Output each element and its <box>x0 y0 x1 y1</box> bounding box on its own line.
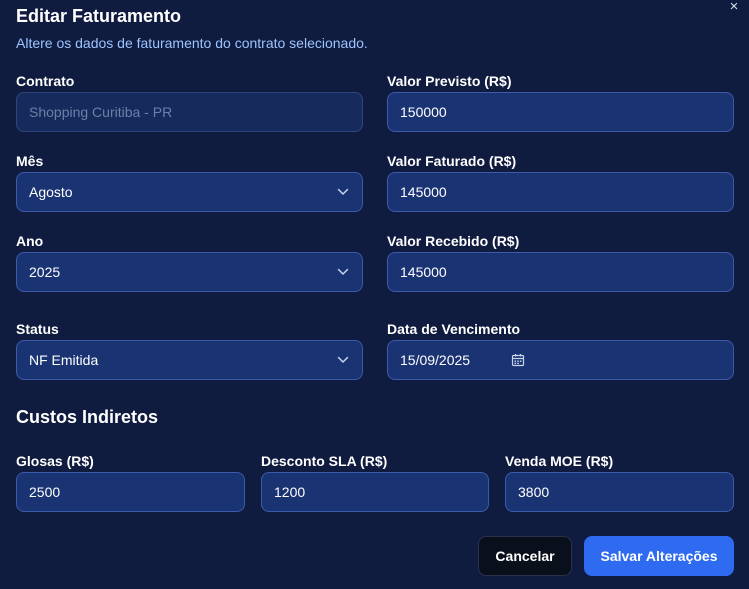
ano-value: 2025 <box>29 264 61 280</box>
dialog-subtitle: Altere os dados de faturamento do contra… <box>16 35 368 51</box>
data-vencimento-input[interactable]: 15/09/2025 <box>387 340 734 380</box>
valor-previsto-value: 150000 <box>400 104 447 120</box>
dialog-title: Editar Faturamento <box>16 6 182 26</box>
venda-moe-value: 3800 <box>518 484 550 500</box>
valor-recebido-value: 145000 <box>400 264 447 280</box>
glosas-input[interactable]: 2500 <box>16 472 245 512</box>
contrato-label: Contrato <box>16 73 75 89</box>
contrato-value: Shopping Curitiba - PR <box>29 104 173 120</box>
desconto-sla-value: 1200 <box>274 484 306 500</box>
venda-moe-label: Venda MOE (R$) <box>505 453 614 469</box>
cancel-button[interactable]: Cancelar <box>478 536 572 576</box>
ano-select[interactable]: 2025 <box>16 252 363 292</box>
valor-faturado-label: Valor Faturado (R$) <box>387 153 517 169</box>
valor-previsto-input[interactable]: 150000 <box>387 92 734 132</box>
glosas-value: 2500 <box>29 484 61 500</box>
save-button[interactable]: Salvar Alterações <box>584 536 734 576</box>
desconto-sla-input[interactable]: 1200 <box>261 472 489 512</box>
valor-previsto-label: Valor Previsto (R$) <box>387 73 512 89</box>
valor-faturado-input[interactable]: 145000 <box>387 172 734 212</box>
glosas-label: Glosas (R$) <box>16 453 94 469</box>
close-icon[interactable]: × <box>726 0 742 15</box>
desconto-sla-label: Desconto SLA (R$) <box>261 453 388 469</box>
custos-indiretos-title: Custos Indiretos <box>16 407 159 427</box>
ano-label: Ano <box>16 233 44 249</box>
calendar-icon[interactable] <box>511 353 525 367</box>
data-vencimento-label: Data de Vencimento <box>387 321 521 337</box>
mes-select[interactable]: Agosto <box>16 172 363 212</box>
data-vencimento-value: 15/09/2025 <box>400 352 471 368</box>
chevron-down-icon <box>336 353 350 367</box>
chevron-down-icon <box>336 265 350 279</box>
valor-faturado-value: 145000 <box>400 184 447 200</box>
status-value: NF Emitida <box>29 352 99 368</box>
mes-value: Agosto <box>29 184 73 200</box>
mes-label: Mês <box>16 153 44 169</box>
valor-recebido-label: Valor Recebido (R$) <box>387 233 520 249</box>
valor-recebido-input[interactable]: 145000 <box>387 252 734 292</box>
contrato-field: Shopping Curitiba - PR <box>16 92 363 132</box>
edit-billing-dialog: Editar Faturamento Altere os dados de fa… <box>0 0 749 589</box>
status-select[interactable]: NF Emitida <box>16 340 363 380</box>
status-label: Status <box>16 321 59 337</box>
venda-moe-input[interactable]: 3800 <box>505 472 734 512</box>
chevron-down-icon <box>336 185 350 199</box>
